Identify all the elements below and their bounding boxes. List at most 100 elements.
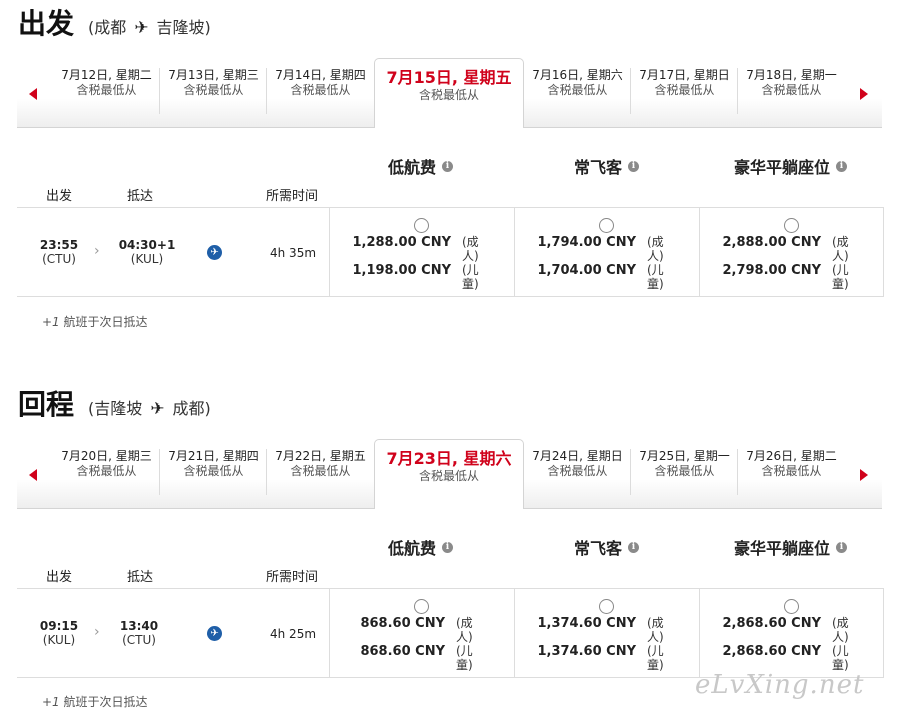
arrive-airport-code: (KUL) [130, 252, 164, 266]
date-label: 7月24日, 星期日 [532, 449, 623, 463]
inbound-header: 回程 (吉隆坡 ✈ 成都) [18, 383, 211, 421]
date-sub: 含税最低从 [547, 83, 608, 97]
date-label: 7月14日, 星期四 [275, 68, 366, 82]
date-tab-0[interactable]: 7月12日, 星期二 含税最低从 [53, 68, 160, 114]
col-duration: 所需时间 [266, 189, 319, 204]
price-adult: 2,868.60 CNY [722, 616, 821, 631]
date-tab-6[interactable]: 7月26日, 星期二 含税最低从 [738, 449, 845, 495]
fare-class-economy: 低航费 i [388, 154, 454, 178]
fare-class-economy: 低航费 i [388, 535, 454, 559]
date-sub: 含税最低从 [290, 83, 351, 97]
date-sub: 含税最低从 [547, 464, 608, 478]
outbound-destination: 吉隆坡 [156, 18, 205, 37]
date-tab-3-selected[interactable]: 7月23日, 星期六 含税最低从 [374, 439, 524, 509]
date-tab-2[interactable]: 7月22日, 星期五 含税最低从 [267, 449, 374, 495]
fare-radio[interactable] [414, 218, 429, 233]
date-tab-6[interactable]: 7月18日, 星期一 含税最低从 [738, 68, 845, 114]
date-tab-0[interactable]: 7月20日, 星期三 含税最低从 [53, 449, 160, 495]
info-icon[interactable]: i [628, 541, 640, 553]
adult-label: (成人) [647, 616, 664, 644]
date-tab-3-selected[interactable]: 7月15日, 星期五 含税最低从 [374, 58, 524, 128]
fare-class-frequent: 常飞客 i [574, 154, 640, 178]
depart-time: 23:55 (CTU) [36, 238, 82, 266]
footnote-mark: +1 [42, 695, 60, 709]
price-adult: 1,794.00 CNY [537, 235, 636, 250]
fare-option-flatbed[interactable]: 2,888.00 CNY (成人) 2,798.00 CNY (儿童) [699, 208, 884, 296]
arrive-time: 04:30+1 (KUL) [118, 238, 176, 266]
prev-arrow-icon[interactable] [29, 469, 37, 481]
date-label: 7月18日, 星期一 [746, 68, 837, 82]
fare-option-economy[interactable]: 868.60 CNY (成人) 868.60 CNY (儿童) [329, 589, 514, 677]
inbound-title: 回程 [18, 388, 75, 421]
outbound-route: (成都 ✈ 吉隆坡) [88, 18, 211, 38]
adult-label: (成人) [462, 235, 479, 263]
fare-radio[interactable] [414, 599, 429, 614]
price-adult: 1,374.60 CNY [537, 616, 636, 631]
depart-airport-code: (KUL) [42, 633, 76, 647]
inbound-date-strip: 7月20日, 星期三 含税最低从 7月21日, 星期四 含税最低从 7月22日,… [17, 439, 882, 509]
date-tab-4[interactable]: 7月16日, 星期六 含税最低从 [524, 68, 631, 114]
info-icon[interactable]: i [442, 541, 454, 553]
fare-option-economy[interactable]: 1,288.00 CNY (成人) 1,198.00 CNY (儿童) [329, 208, 514, 296]
info-icon[interactable]: i [442, 160, 454, 172]
adult-label: (成人) [647, 235, 664, 263]
inbound-destination: 成都 [172, 399, 205, 418]
fare-radio[interactable] [784, 218, 799, 233]
date-sub: 含税最低从 [761, 464, 822, 478]
info-icon[interactable]: i [628, 160, 640, 172]
price-adult: 2,888.00 CNY [722, 235, 821, 250]
info-icon[interactable]: i [836, 541, 848, 553]
date-label: 7月20日, 星期三 [61, 449, 152, 463]
adult-label: (成人) [456, 616, 473, 644]
fare-class-label: 常飞客 [574, 158, 623, 177]
arrive-time-value: 04:30+1 [118, 238, 176, 252]
fare-class-flatbed: 豪华平躺座位 i [734, 154, 848, 178]
price-adult: 868.60 CNY [360, 616, 445, 631]
date-sub: 含税最低从 [76, 83, 137, 97]
price-adult: 1,288.00 CNY [352, 235, 451, 250]
fare-option-flatbed[interactable]: 2,868.60 CNY (成人) 2,868.60 CNY (儿童) [699, 589, 884, 677]
col-arrive: 抵达 [127, 189, 154, 204]
flight-details-icon[interactable]: ✈ [207, 245, 222, 260]
date-tab-2[interactable]: 7月14日, 星期四 含税最低从 [267, 68, 374, 114]
child-label: (儿童) [647, 644, 664, 672]
col-arrive: 抵达 [127, 570, 154, 585]
outbound-origin: 成都 [94, 18, 127, 37]
fare-radio[interactable] [784, 599, 799, 614]
child-label: (儿童) [462, 263, 479, 291]
date-label: 7月13日, 星期三 [168, 68, 259, 82]
next-arrow-icon[interactable] [860, 469, 868, 481]
date-tab-5[interactable]: 7月25日, 星期一 含税最低从 [631, 449, 738, 495]
next-day-footnote: +1 航班于次日抵达 [42, 313, 148, 330]
date-tab-4[interactable]: 7月24日, 星期日 含税最低从 [524, 449, 631, 495]
depart-time-value: 09:15 [39, 619, 79, 633]
fare-class-frequent: 常飞客 i [574, 535, 640, 559]
next-arrow-icon[interactable] [860, 88, 868, 100]
flight-details-icon[interactable]: ✈ [207, 626, 222, 641]
date-sub: 含税最低从 [418, 88, 479, 102]
fare-class-label: 常飞客 [574, 539, 623, 558]
next-day-footnote: +1 航班于次日抵达 [42, 693, 148, 710]
date-label: 7月17日, 星期日 [639, 68, 730, 82]
date-tab-5[interactable]: 7月17日, 星期日 含税最低从 [631, 68, 738, 114]
date-tab-1[interactable]: 7月13日, 星期三 含税最低从 [160, 68, 267, 114]
fare-class-label: 低航费 [388, 158, 437, 177]
depart-time: 09:15 (KUL) [36, 619, 82, 647]
fare-radio[interactable] [599, 599, 614, 614]
fare-option-frequent[interactable]: 1,374.60 CNY (成人) 1,374.60 CNY (儿童) [514, 589, 699, 677]
footnote-mark: +1 [42, 315, 60, 329]
date-label: 7月16日, 星期六 [532, 68, 623, 82]
inbound-origin: 吉隆坡 [94, 399, 143, 418]
date-tab-1[interactable]: 7月21日, 星期四 含税最低从 [160, 449, 267, 495]
depart-airport-code: (CTU) [42, 252, 76, 266]
child-label: (儿童) [832, 644, 849, 672]
footnote-text: 航班于次日抵达 [63, 315, 148, 329]
fare-option-frequent[interactable]: 1,794.00 CNY (成人) 1,704.00 CNY (儿童) [514, 208, 699, 296]
fare-radio[interactable] [599, 218, 614, 233]
airplane-icon: ✈ [150, 399, 165, 419]
adult-label: (成人) [832, 616, 849, 644]
inbound-route: (吉隆坡 ✈ 成都) [88, 399, 211, 419]
info-icon[interactable]: i [836, 160, 848, 172]
prev-arrow-icon[interactable] [29, 88, 37, 100]
chevron-right-icon: › [94, 624, 100, 640]
